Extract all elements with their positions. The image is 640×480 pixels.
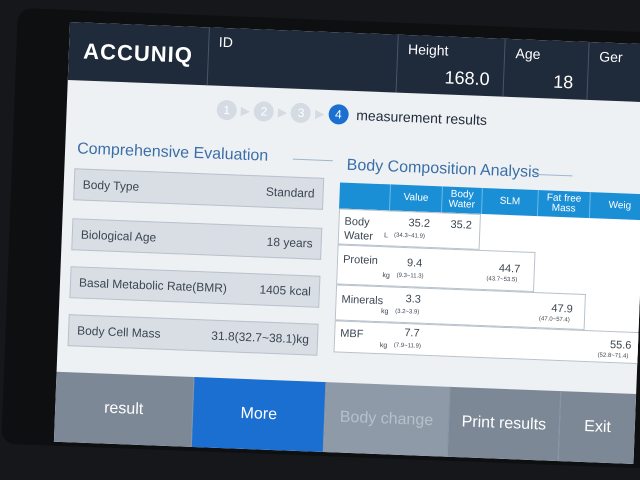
eval-value: 18 years (266, 234, 313, 251)
weight-value: 55.6 (609, 338, 632, 352)
step-label: measurement results (356, 107, 488, 129)
result-button[interactable]: result (53, 371, 195, 447)
body-change-button[interactable]: Body change (324, 382, 450, 457)
th-fat-free-mass: Fat free Mass (536, 190, 590, 219)
range: (9.3~11.3) (396, 272, 424, 280)
body-water-total: 35.2 (450, 218, 473, 232)
row-label-minerals: Minerals (341, 293, 384, 308)
print-results-button[interactable]: Print results (447, 386, 562, 462)
th-slm: SLM (480, 187, 538, 217)
eval-label: Body Type (82, 177, 140, 194)
evaluation-title: Comprehensive Evaluation (76, 140, 269, 165)
eval-value: 1405 kcal (259, 282, 312, 299)
range: (34.3~41.9) (393, 232, 425, 240)
id-label: ID (218, 33, 234, 51)
unit: L (383, 232, 389, 240)
th-body-water: Body Water (440, 186, 482, 214)
value: 35.2 (408, 217, 431, 230)
gender-label: Ger (598, 48, 623, 66)
step-3: 3 (290, 102, 312, 124)
height-field: Height 168.0 (396, 34, 507, 97)
age-field: Age 18 (503, 38, 590, 100)
height-label: Height (407, 41, 449, 59)
step-2: 2 (253, 101, 275, 122)
eval-label: Basal Metabolic Rate(BMR) (78, 275, 228, 296)
unit: kg (380, 308, 389, 316)
height-value: 168.0 (444, 67, 490, 90)
range: (3.2~3.9) (395, 308, 420, 316)
age-label: Age (515, 45, 541, 63)
step-4: 4 (327, 103, 349, 125)
slm-value: 44.7 (498, 262, 521, 276)
row-label-mbf: MBF (340, 327, 364, 341)
eval-row-body-type: Body Type Standard (73, 168, 325, 210)
row-label-protein: Protein (342, 253, 379, 267)
row-label-body-water: Body Water (343, 215, 374, 243)
value: 3.3 (405, 293, 422, 306)
chevron-right-icon: ▶ (240, 103, 251, 118)
step-1: 1 (216, 99, 238, 121)
slm-range: (43.7~53.5) (486, 276, 518, 284)
value: 9.4 (406, 257, 423, 270)
eval-value: Standard (265, 184, 315, 201)
exit-button[interactable]: Exit (558, 391, 637, 464)
chevron-right-icon: ▶ (277, 105, 288, 120)
eval-label: Biological Age (80, 227, 157, 245)
th-weight: Weig (588, 192, 640, 221)
chevron-right-icon: ▶ (314, 106, 325, 121)
bottom-nav: result More Body change Print results Ex… (53, 371, 637, 464)
eval-value: 31.8(32.7~38.1)kg (211, 328, 310, 347)
step-indicator: 1 ▶ 2 ▶ 3 ▶ 4 measurement results (216, 99, 488, 130)
divider (292, 158, 333, 162)
eval-row-body-cell-mass: Body Cell Mass 31.8(32.7~38.1)kg (67, 314, 319, 356)
eval-label: Body Cell Mass (76, 323, 161, 341)
ffm-range: (47.0~57.4) (538, 316, 570, 324)
age-value: 18 (552, 71, 574, 93)
ffm-value: 47.9 (551, 302, 573, 316)
gender-field: Ger (588, 42, 640, 102)
kiosk-screen: ACCUNIQ ID Height 168.0 Age 18 Ger 1 ▶ 2… (53, 22, 640, 464)
id-field: ID (207, 27, 399, 93)
th-value: Value (389, 184, 442, 213)
unit: kg (379, 342, 388, 350)
brand-logo: ACCUNIQ (67, 22, 210, 86)
eval-row-biological-age: Biological Age 18 years (71, 218, 323, 260)
range: (7.9~11.9) (393, 342, 421, 350)
composition-title: Body Composition Analysis (346, 156, 540, 182)
more-button[interactable]: More (191, 377, 327, 453)
value: 7.7 (404, 327, 420, 340)
unit: kg (382, 272, 391, 280)
composition-table: Value Body Water SLM Fat free Mass Weig … (333, 182, 640, 365)
eval-row-bmr: Basal Metabolic Rate(BMR) 1405 kcal (69, 266, 321, 308)
weight-range: (52.8~71.4) (597, 352, 629, 360)
